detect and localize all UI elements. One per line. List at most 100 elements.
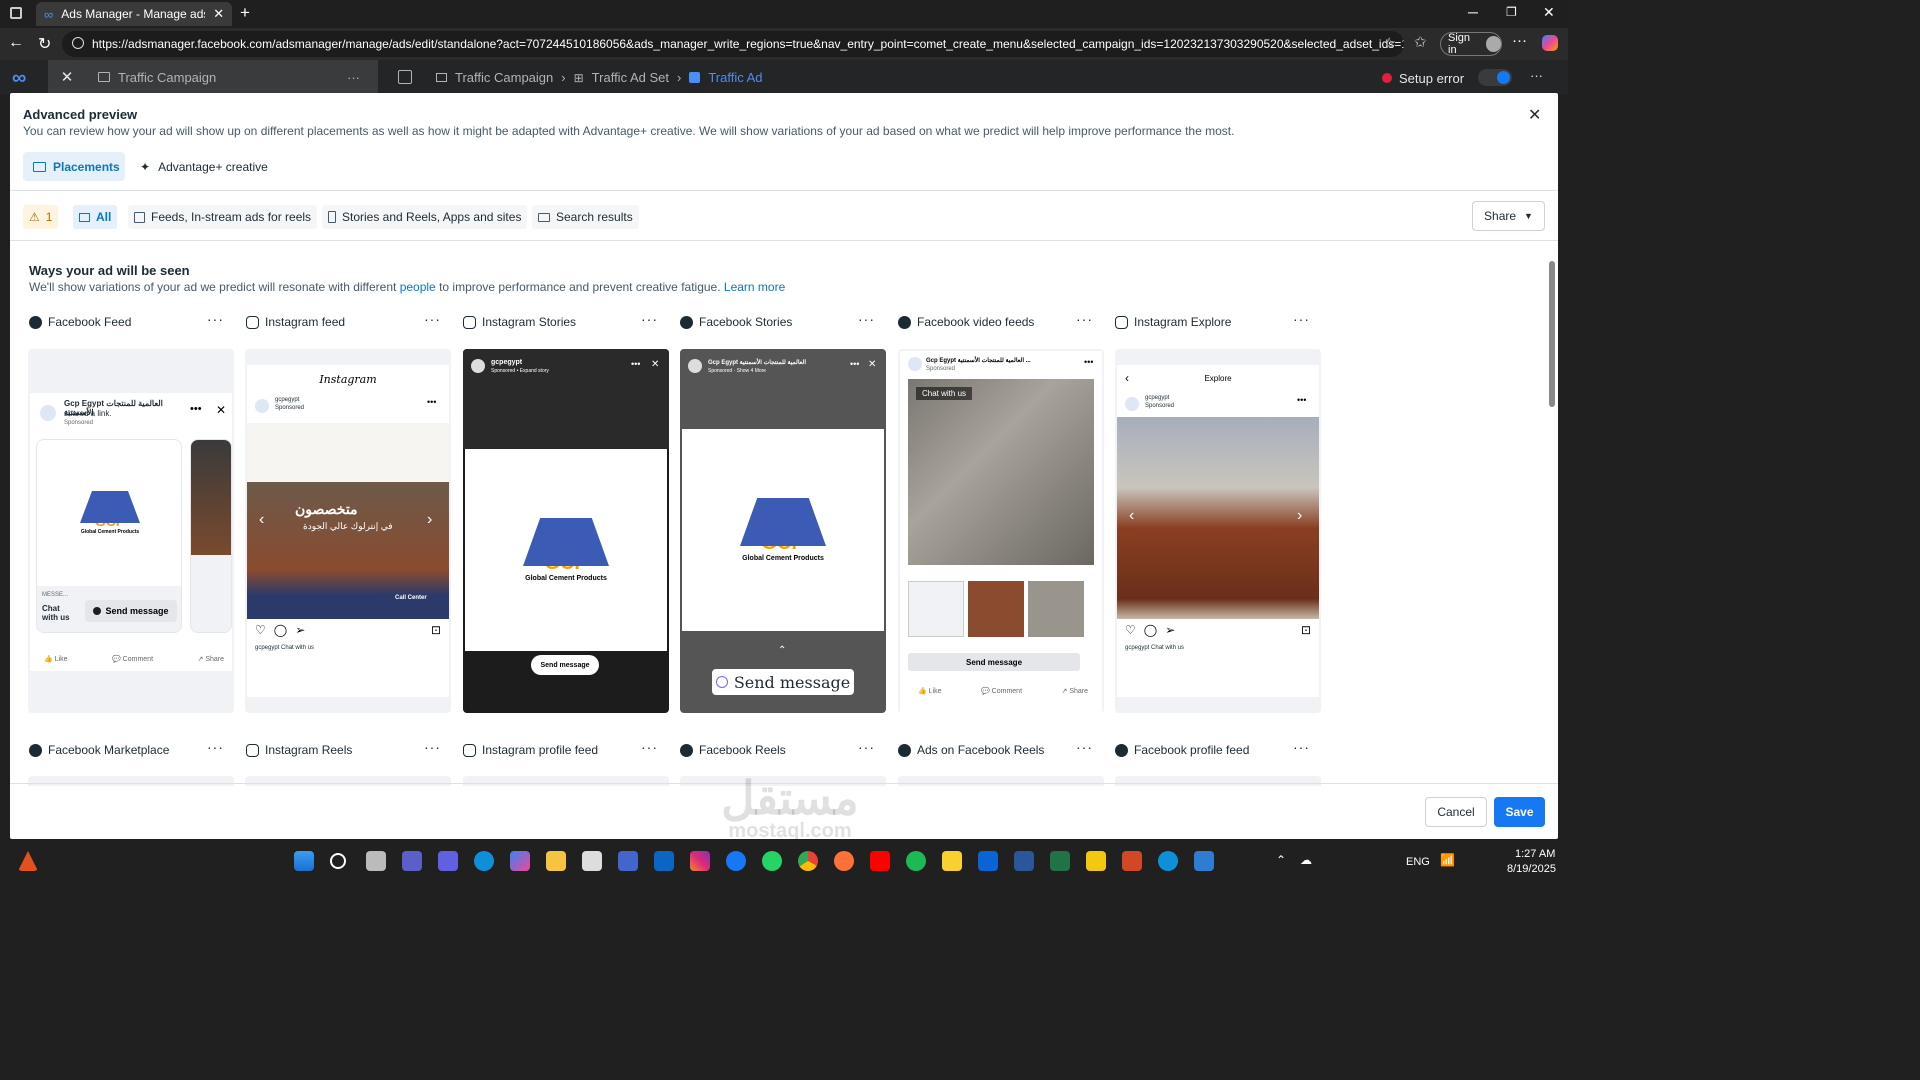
save-icon[interactable]: ⊡ — [431, 623, 441, 637]
teams-icon[interactable] — [402, 851, 422, 871]
story-more-icon[interactable]: ••• — [850, 359, 859, 369]
story-close-icon[interactable]: ✕ — [651, 359, 659, 370]
scrollbar[interactable] — [1548, 249, 1556, 779]
search-icon[interactable] — [330, 853, 346, 869]
ig-more-icon[interactable]: ••• — [1297, 395, 1306, 405]
placement-more-icon[interactable]: ··· — [1293, 311, 1310, 327]
sign-in-button[interactable]: Sign in — [1440, 32, 1502, 56]
placement-more-icon[interactable]: ··· — [1076, 739, 1093, 755]
placement-more-icon[interactable]: ··· — [858, 739, 875, 755]
copilot-icon[interactable] — [510, 851, 530, 871]
preview-instagram-stories[interactable]: gcpegypt Sponsored • Expand story ••• ✕ … — [463, 349, 669, 713]
filter-feeds[interactable]: Feeds, In-stream ads for reels — [128, 205, 318, 229]
close-panel-button[interactable]: ✕ — [48, 60, 86, 94]
preview-instagram-feed[interactable]: Instagram gcpegypt Sponsored ••• متخصصون… — [245, 349, 451, 713]
placement-more-icon[interactable]: ··· — [207, 311, 224, 327]
start-icon[interactable] — [294, 851, 314, 871]
post-more-icon[interactable]: ••• — [190, 403, 202, 415]
excel-icon[interactable] — [1050, 851, 1070, 871]
sticky-notes-icon[interactable] — [942, 851, 962, 871]
mail-icon[interactable] — [618, 851, 638, 871]
carousel-prev-icon[interactable]: ‹ — [1129, 507, 1134, 525]
carousel-prev-icon[interactable]: ‹ — [259, 511, 264, 529]
onedrive-icon[interactable]: ☁ — [1300, 853, 1312, 867]
placement-more-icon[interactable]: ··· — [641, 311, 658, 327]
placement-more-icon[interactable]: ··· — [207, 739, 224, 755]
publish-toggle[interactable] — [1478, 69, 1512, 86]
edge-active-icon[interactable] — [1158, 851, 1178, 871]
file-explorer-icon[interactable] — [546, 851, 566, 871]
youtube-icon[interactable] — [870, 851, 890, 871]
photos-icon[interactable] — [1194, 851, 1214, 871]
powerbi-icon[interactable] — [1086, 851, 1106, 871]
more-icon[interactable]: ··· — [1512, 32, 1527, 49]
campaign-panel[interactable]: Traffic Campaign ··· — [86, 60, 378, 94]
site-info-icon[interactable] — [72, 37, 84, 49]
instagram-icon[interactable] — [690, 851, 710, 871]
edge-icon[interactable] — [474, 851, 494, 871]
edge-icon[interactable] — [438, 851, 458, 871]
ig-more-icon[interactable]: ••• — [427, 397, 436, 407]
facebook-icon[interactable] — [726, 851, 746, 871]
breadcrumb-adset[interactable]: Traffic Ad Set — [592, 70, 669, 85]
tab-placements[interactable]: Placements — [23, 152, 125, 181]
preview-facebook-feed[interactable]: Gcp Egypt العالمية للمنتجات الأسمنتية sh… — [28, 349, 234, 713]
send-message-button[interactable]: Send message — [85, 600, 177, 622]
video-send-button[interactable]: Send message — [908, 653, 1080, 671]
story-close-icon[interactable]: ✕ — [868, 359, 876, 370]
share-post-button[interactable]: ↗ Share — [1062, 687, 1089, 695]
word-icon[interactable] — [1014, 851, 1034, 871]
clock-date[interactable]: 8/19/2025 — [1507, 863, 1556, 875]
back-icon[interactable]: ← — [8, 34, 24, 52]
outlook-icon[interactable] — [978, 851, 998, 871]
heart-icon[interactable]: ♡ — [255, 623, 266, 637]
spotify-icon[interactable] — [906, 851, 926, 871]
comment-button[interactable]: 💬 Comment — [981, 687, 1022, 695]
send-icon[interactable]: ➢ — [1165, 623, 1175, 637]
post-close-icon[interactable]: ✕ — [216, 403, 226, 417]
browser-tab[interactable]: ∞ Ads Manager - Manage ads - Ad ✕ — [36, 2, 232, 26]
window-menu-icon[interactable] — [10, 7, 22, 19]
heart-icon[interactable]: ♡ — [1125, 623, 1136, 637]
breadcrumb-campaign[interactable]: Traffic Campaign — [455, 70, 553, 85]
placement-more-icon[interactable]: ··· — [641, 739, 658, 755]
fb-story-send-button[interactable]: Send message — [712, 669, 854, 695]
carousel-next-icon[interactable]: › — [1297, 507, 1302, 525]
filter-all[interactable]: All — [73, 205, 118, 229]
close-window-icon[interactable]: ✕ — [1543, 4, 1555, 21]
chrome-icon[interactable] — [798, 851, 818, 871]
like-button[interactable]: 👍 Like — [44, 655, 68, 663]
story-send-button[interactable]: Send message — [531, 655, 599, 675]
save-icon[interactable]: ⊡ — [1301, 623, 1311, 637]
tray-chevron-icon[interactable]: ⌃ — [1276, 853, 1286, 867]
like-button[interactable]: 👍 Like — [918, 687, 942, 695]
share-post-button[interactable]: ↗ Share — [198, 655, 225, 663]
preview-facebook-video-feeds[interactable]: Gcp Egypt العالمية للمنتجات الأسمنتية ..… — [898, 349, 1104, 713]
url-field[interactable]: https://adsmanager.facebook.com/adsmanag… — [62, 31, 1404, 57]
carousel-next-icon[interactable]: › — [427, 511, 432, 529]
comment-button[interactable]: 💬 Comment — [112, 655, 153, 663]
header-more-icon[interactable]: ··· — [1530, 68, 1543, 83]
linkedin-icon[interactable] — [654, 851, 674, 871]
reload-icon[interactable]: ↻ — [38, 34, 51, 54]
restore-icon[interactable]: ❐ — [1506, 5, 1517, 19]
clock-time[interactable]: 1:27 AM — [1515, 848, 1555, 860]
placement-more-icon[interactable]: ··· — [424, 739, 441, 755]
new-tab-icon[interactable]: + — [240, 3, 250, 23]
filter-stories[interactable]: Stories and Reels, Apps and sites — [322, 205, 528, 229]
thumb-2[interactable] — [968, 581, 1024, 637]
preview-facebook-stories[interactable]: Gcp Egypt العالمية للمنتجات الأسمنتية Sp… — [680, 349, 886, 713]
placement-more-icon[interactable]: ··· — [1293, 739, 1310, 755]
tab-advantage-creative[interactable]: ✦ Advantage+ creative — [140, 152, 268, 181]
thumb-1[interactable] — [908, 581, 964, 637]
save-button[interactable]: Save — [1494, 797, 1545, 827]
story-more-icon[interactable]: ••• — [631, 359, 640, 369]
cancel-button[interactable]: Cancel — [1425, 797, 1487, 827]
whatsapp-icon[interactable] — [762, 851, 782, 871]
copilot-icon[interactable] — [1542, 35, 1558, 51]
firefox-icon[interactable] — [834, 851, 854, 871]
lang-indicator[interactable]: ENG — [1406, 856, 1430, 868]
comment-icon[interactable]: ◯ — [1144, 623, 1157, 637]
thumb-3[interactable] — [1028, 581, 1084, 637]
wifi-icon[interactable]: 📶 — [1440, 853, 1455, 867]
